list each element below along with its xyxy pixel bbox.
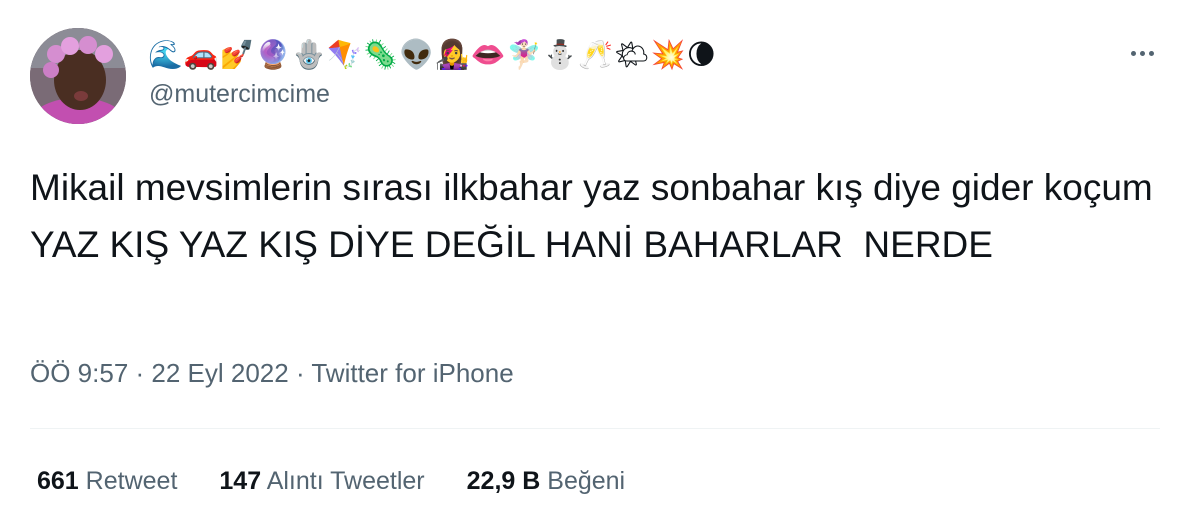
divider: [30, 428, 1160, 429]
user-handle[interactable]: @mutercimcime: [149, 80, 330, 109]
tweet-text: Mikail mevsimlerin sırası ilkbahar yaz s…: [30, 167, 1163, 265]
tweet-date[interactable]: 22 Eyl 2022: [151, 358, 288, 388]
likes-label: Beğeni: [547, 467, 626, 495]
more-options-button[interactable]: [1124, 38, 1160, 68]
likes-count: 22,9 B: [466, 467, 541, 495]
display-name[interactable]: 🌊🚗💅🔮🪬🪁🦠👽👩‍🎤👄🧚🏻‍♀️⛄🥂🌤💥🌘: [148, 34, 717, 74]
avatar-image: [30, 28, 126, 124]
quote-tweets-stat[interactable]: 147 Alıntı Tweetler: [219, 467, 424, 496]
retweets-stat[interactable]: 661 Retweet: [37, 467, 177, 496]
more-horizontal-icon: [1148, 50, 1154, 56]
more-horizontal-icon: [1139, 50, 1145, 56]
quotes-label: Alıntı Tweetler: [266, 467, 425, 495]
tweet-source[interactable]: Twitter for iPhone: [311, 358, 513, 388]
meta-separator: ·: [128, 358, 152, 388]
meta-separator: ·: [288, 358, 312, 388]
tweet-stats: 661 Retweet 147 Alıntı Tweetler 22,9 B B…: [37, 467, 667, 496]
retweets-label: Retweet: [85, 467, 178, 495]
likes-stat[interactable]: 22,9 B Beğeni: [467, 467, 625, 496]
quotes-count: 147: [219, 467, 262, 495]
tweet-metadata: ÖÖ 9:57 · 22 Eyl 2022 · Twitter for iPho…: [30, 358, 514, 389]
avatar[interactable]: [30, 28, 126, 124]
retweets-count: 661: [37, 467, 79, 495]
tweet-time[interactable]: ÖÖ 9:57: [30, 358, 128, 388]
more-horizontal-icon: [1130, 50, 1136, 56]
